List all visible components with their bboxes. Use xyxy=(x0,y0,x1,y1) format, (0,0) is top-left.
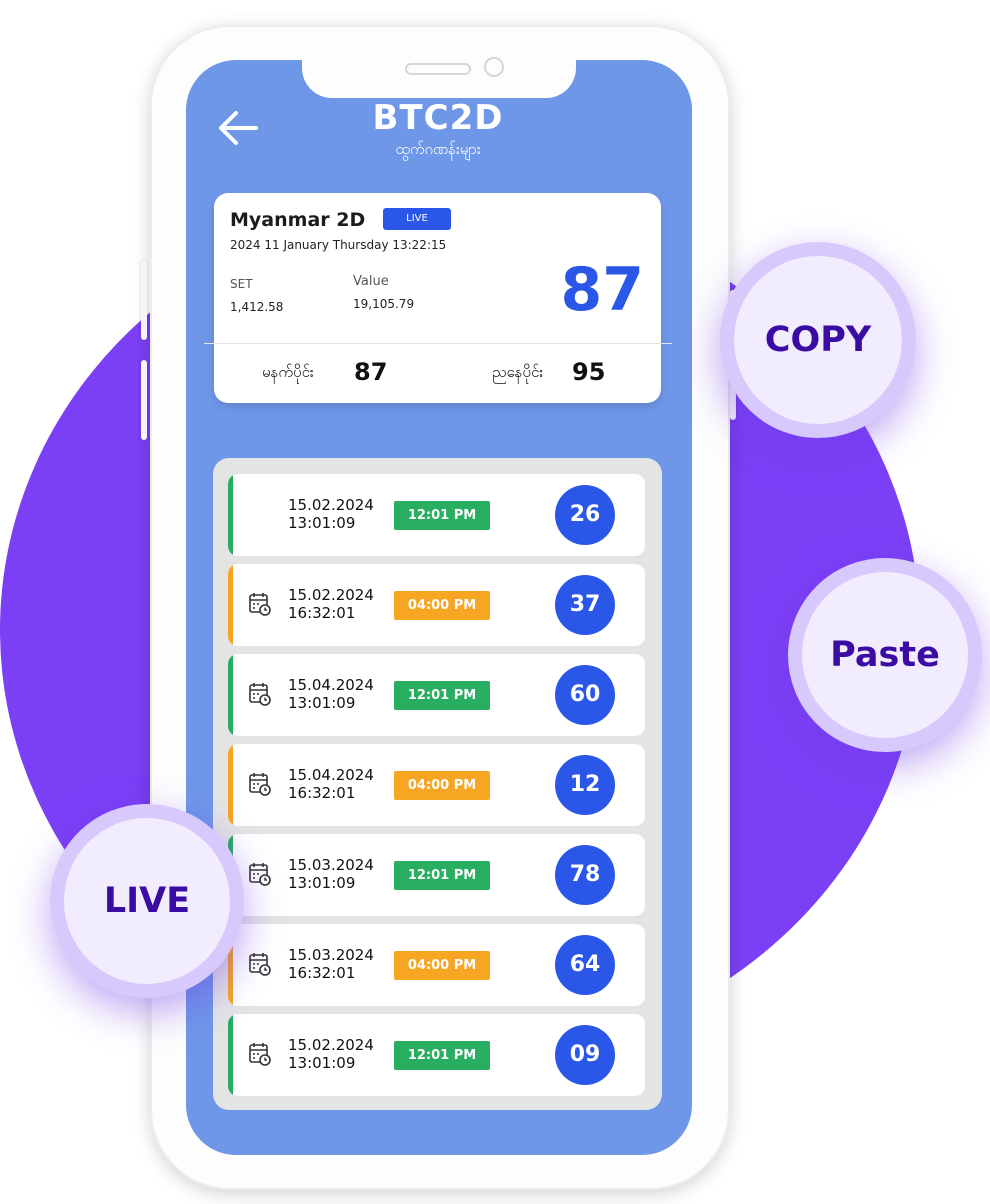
paste-bubble[interactable]: Paste xyxy=(788,558,982,752)
live-result-card: Myanmar 2D LIVE 2024 11 January Thursday… xyxy=(204,193,672,403)
session-badge: 12:01 PM xyxy=(394,501,490,530)
evening-label: ညနေပိုင်း xyxy=(492,363,544,381)
calendar-clock-icon xyxy=(249,1043,271,1066)
result-number: 37 xyxy=(555,575,615,635)
set-value: 1,412.58 xyxy=(230,300,284,314)
history-row[interactable]: 15.04.2024 16:32:01 04:00 PM 12 xyxy=(228,744,645,826)
session-strip xyxy=(228,1014,233,1096)
page-subtitle: ထွက်ဂဏန်းများ xyxy=(395,140,481,158)
live-label: LIVE xyxy=(103,881,191,921)
history-list[interactable]: 15.02.2024 13:01:09 12:01 PM 26 15.02.202… xyxy=(213,458,662,1110)
value-value: 19,105.79 xyxy=(353,297,415,311)
session-strip xyxy=(228,564,233,646)
result-number: 12 xyxy=(555,755,615,815)
evening-value: 95 xyxy=(572,358,606,386)
result-number: 26 xyxy=(555,485,615,545)
live-badge: LIVE xyxy=(383,208,451,230)
history-row[interactable]: 15.03.2024 13:01:09 12:01 PM 78 xyxy=(228,834,645,916)
market-name: Myanmar 2D xyxy=(230,209,366,231)
calendar-clock-icon xyxy=(249,773,271,796)
session-strip xyxy=(228,744,233,826)
result-number: 09 xyxy=(555,1025,615,1085)
row-datetime: 15.02.2024 13:01:09 xyxy=(288,1036,374,1072)
calendar-clock-icon xyxy=(249,683,271,706)
calendar-clock-icon xyxy=(249,593,271,616)
paste-label: Paste xyxy=(830,635,940,675)
speaker-grille xyxy=(405,63,471,75)
calendar-clock-icon xyxy=(249,953,271,976)
result-number: 64 xyxy=(555,935,615,995)
result-number: 78 xyxy=(555,845,615,905)
copy-bubble[interactable]: COPY xyxy=(720,242,916,438)
result-datetime: 2024 11 January Thursday 13:22:15 xyxy=(230,238,447,252)
current-number: 87 xyxy=(560,255,645,325)
row-datetime: 15.02.2024 16:32:01 xyxy=(288,586,374,622)
history-row[interactable]: 15.03.2024 16:32:01 04:00 PM 64 xyxy=(228,924,645,1006)
history-row[interactable]: 15.02.2024 16:32:01 04:00 PM 37 xyxy=(228,564,645,646)
calendar-clock-icon xyxy=(249,863,271,886)
row-datetime: 15.02.2024 13:01:09 xyxy=(288,496,374,532)
history-row[interactable]: 15.02.2024 13:01:09 12:01 PM 26 xyxy=(228,474,645,556)
page-title: BTC2D xyxy=(372,98,504,138)
row-datetime: 15.03.2024 13:01:09 xyxy=(288,856,374,892)
session-badge: 04:00 PM xyxy=(394,771,490,800)
morning-label: မနက်ပိုင်း xyxy=(262,363,314,381)
session-badge: 12:01 PM xyxy=(394,681,490,710)
session-badge: 12:01 PM xyxy=(394,861,490,890)
side-button xyxy=(141,360,147,440)
result-number: 60 xyxy=(555,665,615,725)
value-label: Value xyxy=(353,274,389,289)
morning-value: 87 xyxy=(354,358,388,386)
divider xyxy=(204,343,672,344)
arrow-left-icon[interactable] xyxy=(216,108,260,148)
session-strip xyxy=(228,654,233,736)
front-camera xyxy=(484,57,504,77)
history-row[interactable]: 15.02.2024 13:01:09 12:01 PM 09 xyxy=(228,1014,645,1096)
row-datetime: 15.04.2024 16:32:01 xyxy=(288,766,374,802)
session-badge: 12:01 PM xyxy=(394,1041,490,1070)
row-datetime: 15.03.2024 16:32:01 xyxy=(288,946,374,982)
row-datetime: 15.04.2024 13:01:09 xyxy=(288,676,374,712)
session-badge: 04:00 PM xyxy=(394,951,490,980)
history-row[interactable]: 15.04.2024 13:01:09 12:01 PM 60 xyxy=(228,654,645,736)
live-bubble[interactable]: LIVE xyxy=(50,804,244,998)
set-label: SET xyxy=(230,277,253,291)
side-button xyxy=(141,260,147,340)
session-strip xyxy=(228,474,233,556)
session-badge: 04:00 PM xyxy=(394,591,490,620)
copy-label: COPY xyxy=(764,320,872,360)
